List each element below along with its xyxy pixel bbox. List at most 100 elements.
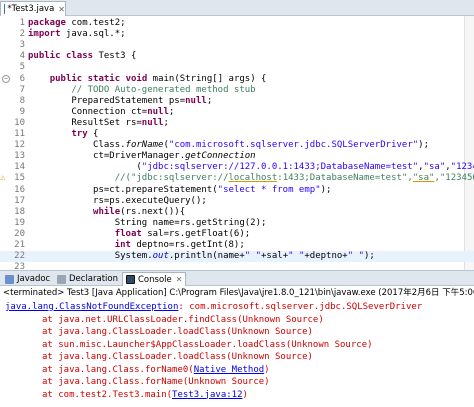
code-text: int deptno=rs.getInt(8); xyxy=(28,240,245,251)
code-line[interactable]: 7 // TODO Auto-generated method stub xyxy=(0,85,474,96)
console-tab-bar: Javadoc Declaration Console ✕ xyxy=(0,270,474,286)
close-icon[interactable]: ✕ xyxy=(176,275,183,284)
code-text: while(rs.next()){ xyxy=(28,207,185,218)
console-line: at java.lang.ClassLoader.loadClass(Unkno… xyxy=(42,327,313,338)
declaration-icon xyxy=(57,274,66,284)
warning-icon[interactable]: ⚠ xyxy=(0,173,10,183)
code-line[interactable]: 19 String name=rs.getString(2); xyxy=(0,218,474,229)
code-token: " " xyxy=(288,251,305,262)
console-line: java.lang.ClassNotFoundException: com.mi… xyxy=(5,302,422,313)
stacktrace-link[interactable]: Native Method xyxy=(194,365,264,375)
code-token: main(String[] args) { xyxy=(147,73,267,84)
console-line: at java.lang.ClassLoader.loadClass(Unkno… xyxy=(42,352,313,363)
editor-tab-bar: *Test3.java ✕ xyxy=(0,0,474,16)
code-line[interactable]: 8 PreparedStatement ps=null; xyxy=(0,96,474,107)
code-text: Connection ct=null; xyxy=(28,107,174,118)
code-line[interactable]: 6− public static void main(String[] args… xyxy=(0,74,474,85)
code-token: ); xyxy=(418,140,429,151)
console-line: at sun.misc.Launcher$AppClassLoader.load… xyxy=(42,340,373,351)
line-number: 11 xyxy=(14,129,25,139)
tab-label: Console xyxy=(138,274,172,285)
code-line[interactable]: 22 System.out.println(name+" "+sal+" "+d… xyxy=(0,251,474,263)
line-number: 23 xyxy=(14,262,25,270)
code-token: "com.microsoft.sqlserver.jdbc.SQLServerD… xyxy=(168,140,419,151)
code-line[interactable]: 21 int deptno=rs.getInt(8); xyxy=(0,240,474,251)
editor-tab-label: *Test3.java xyxy=(7,4,55,14)
console-text: ) xyxy=(264,364,270,375)
code-line[interactable]: 5 xyxy=(0,62,474,73)
code-text: rs=ps.executeQuery(); xyxy=(28,196,207,207)
code-text: // TODO Auto-generated method stub xyxy=(28,84,256,96)
code-line[interactable]: 15 ⚠ //("jdbc:sqlserver://localhost:1433;… xyxy=(0,173,474,184)
code-line[interactable]: 23 xyxy=(0,262,474,270)
console-text: at java.lang.Class.forName(Unknown Sourc… xyxy=(42,377,270,387)
code-line[interactable]: 20 float sal=rs.getFloat(6); xyxy=(0,229,474,240)
code-line[interactable]: 17 rs=ps.executeQuery(); xyxy=(0,196,474,207)
console-output[interactable]: java.lang.ClassNotFoundException: com.mi… xyxy=(0,300,474,407)
console-line: at java.lang.Class.forName0(Native Metho… xyxy=(42,365,270,376)
code-token: forName xyxy=(125,140,164,151)
code-token: { xyxy=(87,129,99,139)
code-token: rs=ps.executeQuery(); xyxy=(28,195,207,206)
code-text: ResultSet rs=null; xyxy=(28,118,169,129)
code-token: "123456" xyxy=(450,162,474,173)
code-line[interactable]: 2 import java.sql.*; xyxy=(0,29,474,40)
code-token: com.test2; xyxy=(65,18,126,28)
code-token: " " xyxy=(244,251,262,262)
code-token: ); xyxy=(320,184,332,195)
close-icon[interactable]: ✕ xyxy=(58,5,65,14)
code-token: Connection ct= xyxy=(28,106,148,117)
line-number: 1 xyxy=(19,18,25,28)
code-token: ); xyxy=(364,251,375,262)
code-line[interactable]: 9 Connection ct=null; xyxy=(0,107,474,118)
code-token: ct=DriverManager. xyxy=(28,151,186,162)
tab-declaration[interactable]: Declaration xyxy=(54,272,121,286)
stacktrace-link[interactable]: Test3.java:12 xyxy=(172,390,242,400)
code-token: //("jdbc:sqlserver:// xyxy=(114,173,229,184)
tab-label: Declaration xyxy=(69,274,119,284)
code-token: "jdbc:sqlserver://127.0.0.1:1433;Databas… xyxy=(141,162,419,173)
tab-console[interactable]: Console ✕ xyxy=(122,272,187,286)
stacktrace-link[interactable]: java.lang.ClassNotFoundException xyxy=(5,302,178,312)
code-line[interactable]: 18 while(rs.next()){ xyxy=(0,207,474,218)
tab-javadoc[interactable]: Javadoc xyxy=(2,272,53,286)
code-line[interactable]: 10 ResultSet rs=null; xyxy=(0,118,474,129)
line-number: 9 xyxy=(19,106,25,117)
code-line[interactable]: 1 package com.test2; xyxy=(0,18,474,29)
code-line[interactable]: 16 ps=ct.prepareStatement("select * from… xyxy=(0,185,474,196)
code-line[interactable]: 3 xyxy=(0,40,474,51)
code-text: PreparedStatement ps=null; xyxy=(28,96,212,107)
code-text: float sal=rs.getFloat(6); xyxy=(28,229,250,240)
code-line[interactable]: 12 Class.forName("com.microsoft.sqlserve… xyxy=(0,140,474,151)
code-token: "select * from emp" xyxy=(217,184,321,195)
code-token: static xyxy=(87,73,121,84)
code-line[interactable]: 14 ("jdbc:sqlserver://127.0.0.1:1433;Dat… xyxy=(0,162,474,173)
code-token: // TODO Auto-generated method stub xyxy=(71,84,256,95)
line-number: 16 xyxy=(14,184,25,195)
code-token: (rs.next()){ xyxy=(120,206,186,217)
code-text: public class Test3 { xyxy=(28,51,136,62)
code-text: ps=ct.prepareStatement("select * from em… xyxy=(28,185,331,196)
line-number: 3 xyxy=(19,40,25,51)
fold-icon[interactable]: − xyxy=(2,74,10,83)
code-token: ,"123456"); xyxy=(434,173,474,184)
code-token: int xyxy=(114,240,131,250)
console-icon xyxy=(126,275,135,284)
code-line[interactable]: 11 try { xyxy=(0,129,474,140)
code-token: ; xyxy=(206,95,213,106)
code-token: :1433;DatabaseName=test", xyxy=(277,173,413,184)
code-editor[interactable]: 1 package com.test2; 2 import java.sql.*; 3 4… xyxy=(0,16,474,270)
code-token: getConnection xyxy=(185,151,256,162)
code-token: deptno=rs.getInt(8); xyxy=(130,240,245,250)
line-number: 12 xyxy=(14,140,25,151)
code-line[interactable]: 13 ct=DriverManager.getConnection xyxy=(0,151,474,162)
code-line[interactable]: 4 public class Test3 { xyxy=(0,51,474,62)
code-token: Test3 { xyxy=(93,51,137,62)
code-token: System. xyxy=(28,251,153,262)
code-text: try { xyxy=(28,129,98,140)
code-text: ("jdbc:sqlserver://127.0.0.1:1433;Databa… xyxy=(28,162,474,173)
editor-tab-test3[interactable]: *Test3.java ✕ xyxy=(0,1,66,16)
